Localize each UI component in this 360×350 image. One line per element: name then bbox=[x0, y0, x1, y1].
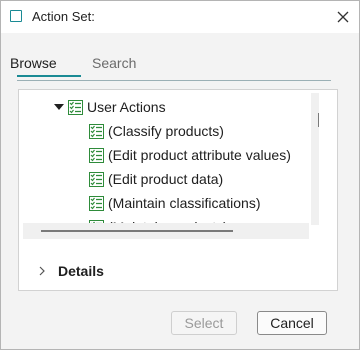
vertical-scrollbar[interactable] bbox=[311, 93, 319, 225]
details-label: Details bbox=[58, 263, 104, 279]
expand-arrow-icon[interactable] bbox=[54, 102, 64, 112]
select-button[interactable]: Select bbox=[171, 311, 237, 335]
action-list-icon bbox=[89, 147, 104, 163]
tab-search[interactable]: Search bbox=[92, 53, 136, 73]
action-list-icon bbox=[89, 195, 104, 211]
active-tab-indicator bbox=[17, 75, 81, 77]
tree-item[interactable]: (Maintain classifications) bbox=[89, 192, 261, 214]
action-tree[interactable]: User Actions (Classify products) (Edit p… bbox=[19, 90, 319, 240]
chevron-right-icon bbox=[39, 266, 45, 276]
tree-item-label: (Classify products) bbox=[108, 123, 224, 139]
tree-item[interactable]: (Classify products) bbox=[89, 120, 224, 142]
tree-item-label: (Maintain classifications) bbox=[108, 195, 261, 211]
tree-item-label: (Edit product data) bbox=[108, 171, 224, 187]
close-icon bbox=[337, 11, 349, 23]
horizontal-scrollbar[interactable] bbox=[23, 223, 309, 239]
close-button[interactable] bbox=[327, 1, 359, 33]
details-expander[interactable]: Details bbox=[37, 260, 104, 282]
window-icon bbox=[10, 10, 22, 22]
tab-browse[interactable]: Browse bbox=[10, 53, 57, 73]
window-title: Action Set: bbox=[32, 9, 95, 24]
tree-item-label: (Edit product attribute values) bbox=[108, 147, 291, 163]
tab-divider bbox=[17, 80, 331, 81]
action-list-icon bbox=[68, 99, 83, 115]
tree-item[interactable]: (Edit product attribute values) bbox=[89, 144, 291, 166]
tree-item[interactable]: (Edit product data) bbox=[89, 168, 223, 190]
action-list-icon bbox=[89, 171, 104, 187]
action-list-icon bbox=[89, 123, 104, 139]
horizontal-scroll-thumb[interactable] bbox=[41, 230, 233, 232]
action-set-dialog: Action Set: Browse Search User Actions (… bbox=[0, 0, 360, 350]
title-bar: Action Set: bbox=[1, 1, 359, 33]
tree-node-label: User Actions bbox=[87, 99, 166, 115]
vertical-scroll-thumb[interactable] bbox=[318, 113, 319, 127]
cancel-button[interactable]: Cancel bbox=[257, 311, 327, 335]
browse-panel: User Actions (Classify products) (Edit p… bbox=[18, 89, 338, 291]
tree-node-user-actions[interactable]: User Actions bbox=[54, 96, 166, 118]
